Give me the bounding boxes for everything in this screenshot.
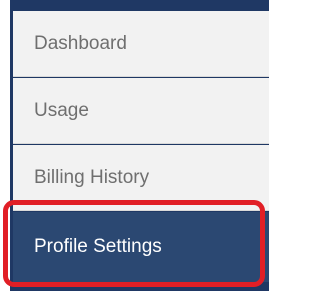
sidebar-item-usage[interactable]: Usage	[13, 78, 269, 144]
sidebar-item-label: Dashboard	[34, 32, 127, 54]
sidebar-item-label: Billing History	[34, 166, 150, 188]
sidebar-item-label: Profile Settings	[34, 236, 162, 257]
sidebar-item-label: Usage	[34, 99, 89, 121]
sidebar-menu: Dashboard Usage Billing History Profile …	[13, 0, 269, 291]
sidebar-item-billing-history[interactable]: Billing History	[13, 145, 269, 211]
sidebar-item-profile-settings[interactable]: Profile Settings	[13, 212, 269, 282]
sidebar-item-dashboard[interactable]: Dashboard	[13, 11, 269, 77]
